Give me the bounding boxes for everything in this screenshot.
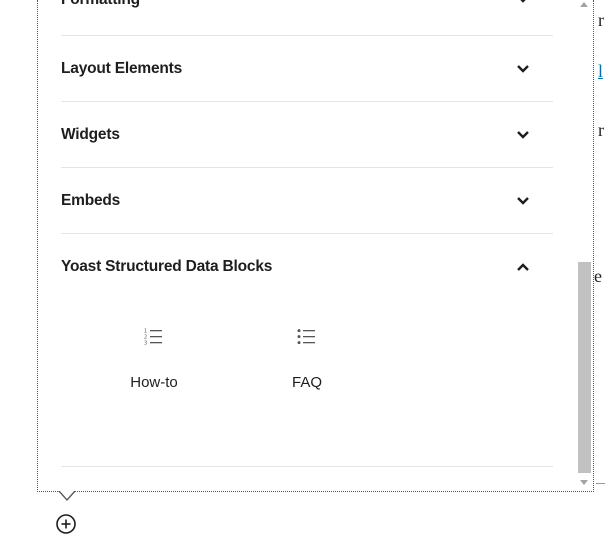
panel-layout-elements[interactable]: Layout Elements [61,36,553,102]
scrollbar[interactable] [576,0,593,491]
panel-widgets[interactable]: Widgets [61,102,553,168]
plus-circle-icon[interactable] [55,513,77,535]
panel-title: Yoast Structured Data Blocks [61,258,273,275]
scrollbar-thumb[interactable] [578,262,591,473]
panel-title: Layout Elements [61,59,183,77]
background-text-fragment: e [594,266,602,286]
popover-caret-fill [59,490,75,499]
panel-yoast-structured-data-blocks[interactable]: Yoast Structured Data Blocks [61,234,553,300]
chevron-down-icon [517,196,529,205]
panel-title: Formatting [61,0,140,9]
block-item-faq[interactable]: FAQ [262,326,352,391]
chevron-up-icon [517,263,529,271]
inserter-panel-list: Formatting Layout Elements Widgets Embed… [61,0,553,467]
block-grid: 1 2 3 How-to FAQ [61,300,553,467]
panel-embeds[interactable]: Embeds [61,168,553,234]
background-text-fragment: r [598,10,604,30]
svg-text:3: 3 [144,341,147,347]
panel-title: Embeds [61,191,121,209]
background-divider [596,483,605,484]
chevron-down-icon [520,0,526,3]
background-link-fragment[interactable]: l [598,61,603,82]
block-inserter-popover: Formatting Layout Elements Widgets Embed… [37,0,594,492]
chevron-down-icon [517,130,529,139]
panel-title: Widgets [61,125,120,143]
block-label: FAQ [291,374,322,391]
scroll-down-arrow-icon[interactable] [580,480,588,485]
scroll-up-arrow-icon[interactable] [580,2,588,7]
panel-formatting[interactable]: Formatting [61,0,553,36]
background-text-fragment: r [598,120,604,140]
chevron-down-icon [517,64,529,73]
block-label: How-to [130,374,178,391]
block-item-how-to[interactable]: 1 2 3 How-to [109,326,199,392]
numbered-list-icon: 1 2 3 [144,329,162,347]
bulleted-list-icon [297,329,315,345]
